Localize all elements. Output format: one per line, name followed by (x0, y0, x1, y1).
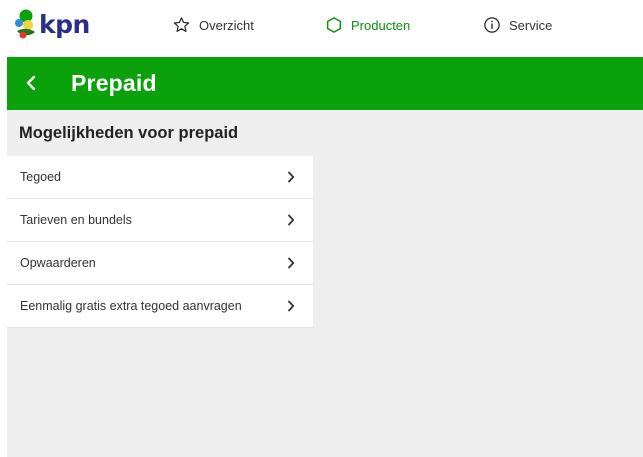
nav-overzicht-label: Overzicht (199, 17, 254, 33)
page-title: Prepaid (71, 70, 157, 96)
list-item-tegoed[interactable]: Tegoed (7, 156, 313, 199)
nav-overzicht[interactable]: Overzicht (172, 13, 254, 37)
logo-text: kpn (39, 9, 90, 39)
prepaid-options-list: Tegoed Tarieven en bundels Opwaarderen E… (7, 156, 313, 328)
list-item-label: Eenmalig gratis extra tegoed aanvragen (20, 299, 242, 313)
main-content: Mogelijkheden voor prepaid Tegoed Tariev… (7, 110, 643, 457)
star-outline-icon (172, 16, 191, 34)
list-item-tarieven-en-bundels[interactable]: Tarieven en bundels (7, 199, 313, 242)
list-item-opwaarderen[interactable]: Opwaarderen (7, 242, 313, 285)
list-item-label: Tarieven en bundels (20, 213, 132, 227)
page-header: Prepaid (7, 57, 643, 110)
chevron-left-icon (26, 75, 36, 91)
nav-service-label: Service (509, 17, 553, 33)
nav-producten[interactable]: Producten (325, 13, 410, 37)
kpn-logo-icon (15, 9, 35, 39)
chevron-right-icon (285, 171, 297, 183)
app-page: kpn Overzicht Producten Service Prepaid … (0, 0, 643, 457)
chevron-right-icon (285, 257, 297, 269)
back-button[interactable] (20, 72, 42, 94)
hexagon-outline-icon (325, 16, 343, 34)
kpn-logo[interactable]: kpn (14, 5, 90, 45)
list-item-label: Tegoed (20, 170, 62, 184)
nav-producten-label: Producten (351, 17, 411, 33)
chevron-right-icon (285, 214, 297, 226)
chevron-right-icon (285, 300, 297, 312)
nav-service[interactable]: Service (483, 13, 552, 37)
info-circle-icon (483, 16, 501, 34)
list-item-label: Opwaarderen (20, 256, 96, 270)
top-navigation: kpn Overzicht Producten Service (0, 0, 643, 57)
section-title: Mogelijkheden voor prepaid (19, 124, 239, 142)
list-item-extra-tegoed-aanvragen[interactable]: Eenmalig gratis extra tegoed aanvragen (7, 285, 313, 328)
